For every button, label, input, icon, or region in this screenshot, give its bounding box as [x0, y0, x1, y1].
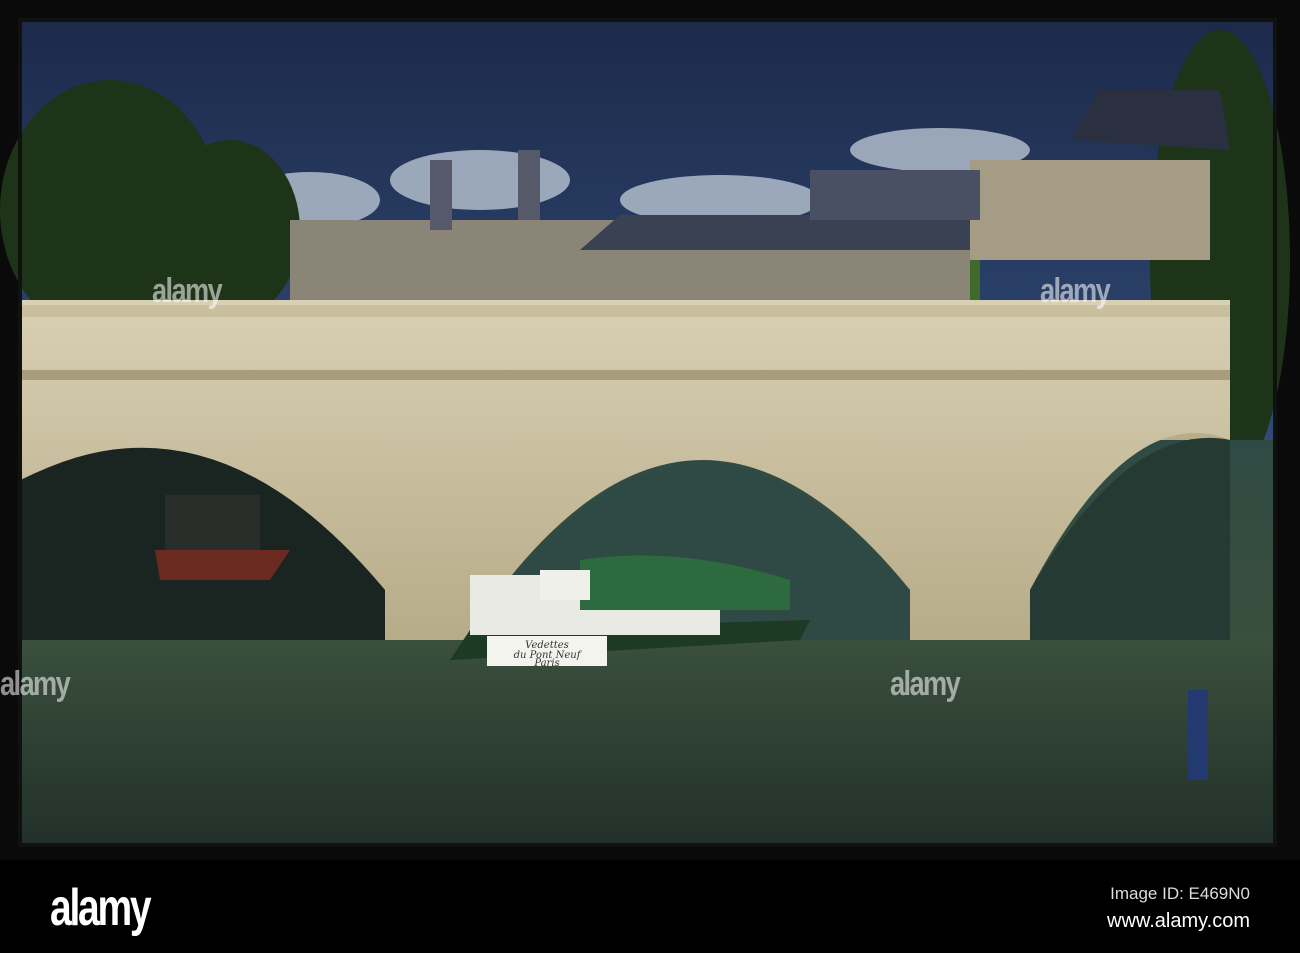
watermark: alamy	[1040, 272, 1111, 310]
alamy-logo: alamy	[50, 879, 152, 937]
person-on-quay	[1188, 690, 1208, 780]
boat-sign-line3: Paris	[533, 658, 559, 669]
photo-pont-neuf: Vedettes du Pont Neuf Paris	[0, 0, 1300, 860]
stock-photo: Vedettes du Pont Neuf Paris alamy alamy …	[0, 0, 1300, 953]
watermark: alamy	[0, 665, 71, 703]
watermark: alamy	[890, 665, 961, 703]
watermark: alamy	[152, 272, 223, 310]
website-link[interactable]: www.alamy.com	[1107, 910, 1250, 933]
image-id: Image ID: E469N0	[1110, 884, 1250, 903]
